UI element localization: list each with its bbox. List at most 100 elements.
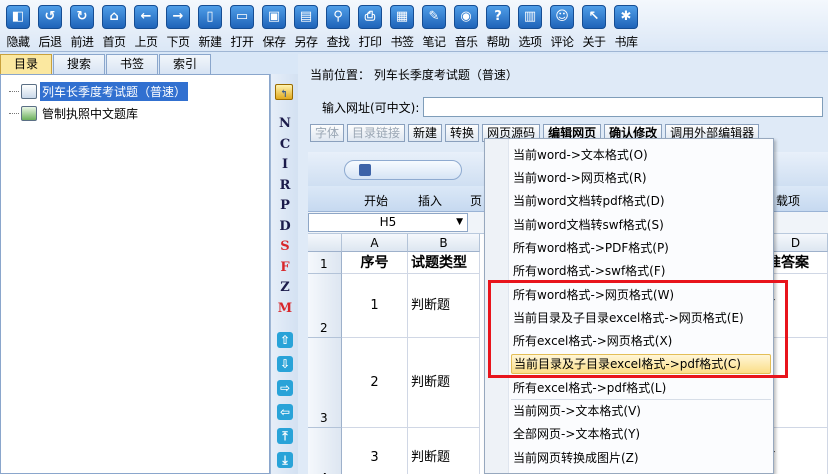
folder-up-icon[interactable]: ↰ bbox=[275, 84, 293, 100]
ribbon-tab-0[interactable]: 开始 bbox=[364, 192, 388, 209]
letter-button-i[interactable]: I bbox=[275, 155, 295, 175]
toolbar-button-19[interactable]: ✱ 书库 bbox=[610, 0, 642, 52]
toolbar-button-3[interactable]: ⌂ 首页 bbox=[98, 0, 130, 52]
toolbar-button-7[interactable]: ▭ 打开 bbox=[226, 0, 258, 52]
menu-item-10[interactable]: 所有excel格式->pdf格式(L) bbox=[513, 378, 771, 398]
arrow-down-icon[interactable]: ⇩ bbox=[277, 356, 293, 372]
save-icon: ▣ bbox=[262, 5, 286, 29]
excel-save-icon[interactable] bbox=[359, 164, 371, 176]
cell-type[interactable]: 试题类型 bbox=[408, 252, 480, 274]
left-tab-3[interactable]: 索引 bbox=[159, 54, 212, 74]
arrow-right-icon[interactable]: ⇨ bbox=[277, 380, 293, 396]
menu-item-8[interactable]: 所有excel格式->网页格式(X) bbox=[513, 331, 771, 351]
menu-item-9[interactable]: 当前目录及子目录excel格式->pdf格式(C) bbox=[511, 354, 771, 375]
letter-button-n[interactable]: N bbox=[275, 114, 295, 134]
editor-button-2[interactable]: 新建 bbox=[408, 124, 443, 142]
letter-button-d[interactable]: D bbox=[275, 217, 295, 237]
column-header[interactable]: B bbox=[408, 234, 480, 252]
toolbar-button-9[interactable]: ▤ 另存 bbox=[290, 0, 322, 52]
menu-item-2[interactable]: 当前word文档转pdf格式(D) bbox=[513, 191, 771, 211]
toolbar-button-11[interactable]: ⎙ 打印 bbox=[354, 0, 386, 52]
row-header[interactable]: 2 bbox=[308, 274, 342, 338]
letter-button-z[interactable]: Z bbox=[275, 278, 295, 298]
row-header[interactable]: 4 bbox=[308, 428, 342, 474]
chevron-down-icon[interactable]: ▼ bbox=[456, 214, 463, 231]
left-tab-1[interactable]: 搜索 bbox=[53, 54, 106, 74]
menu-item-11[interactable]: 当前网页->文本格式(V) bbox=[513, 401, 771, 421]
letter-button-p[interactable]: P bbox=[275, 196, 295, 216]
toolbar-button-12[interactable]: ▦ 书签 bbox=[386, 0, 418, 52]
cell-seq[interactable]: 3 bbox=[342, 428, 408, 474]
arrow-left-icon[interactable]: ⇦ bbox=[277, 404, 293, 420]
menu-item-4[interactable]: 所有word格式->PDF格式(P) bbox=[513, 238, 771, 258]
toolbar-button-label: 选项 bbox=[518, 35, 542, 49]
toolbar-button-14[interactable]: ◉ 音乐 bbox=[450, 0, 482, 52]
toolbar-button-13[interactable]: ✎ 笔记 bbox=[418, 0, 450, 52]
toolbar-button-8[interactable]: ▣ 保存 bbox=[258, 0, 290, 52]
tree-item[interactable]: 管制执照中文题库 bbox=[9, 103, 140, 123]
cell-seq[interactable]: 1 bbox=[342, 274, 408, 338]
toolbar-button-16[interactable]: ▥ 选项 bbox=[514, 0, 546, 52]
grid-corner bbox=[308, 234, 342, 252]
row-header[interactable]: 3 bbox=[308, 338, 342, 428]
menu-item-5[interactable]: 所有word格式->swf格式(F) bbox=[513, 261, 771, 281]
toolbar-button-5[interactable]: → 下页 bbox=[162, 0, 194, 52]
name-box-value: H5 bbox=[379, 215, 397, 229]
ribbon-tab-1[interactable]: 插入 bbox=[418, 192, 442, 209]
letter-button-f[interactable]: F bbox=[275, 258, 295, 278]
toolbar-button-6[interactable]: ▯ 新建 bbox=[194, 0, 226, 52]
column-header[interactable]: A bbox=[342, 234, 408, 252]
cell-type[interactable]: 判断题 bbox=[408, 338, 480, 428]
menu-item-0[interactable]: 当前word->文本格式(O) bbox=[513, 145, 771, 165]
menu-item-7[interactable]: 当前目录及子目录excel格式->网页格式(E) bbox=[513, 308, 771, 328]
toolbar-button-17[interactable]: ☺ 评论 bbox=[546, 0, 578, 52]
cell-seq[interactable]: 2 bbox=[342, 338, 408, 428]
book-icon bbox=[21, 83, 37, 99]
menu-item-1[interactable]: 当前word->网页格式(R) bbox=[513, 168, 771, 188]
tree-item[interactable]: 列车长季度考试题（普速） bbox=[9, 81, 189, 101]
cell-type[interactable]: 判断题 bbox=[408, 428, 480, 474]
toolbar-button-label: 音乐 bbox=[454, 35, 478, 49]
toolbar-button-label: 打开 bbox=[230, 35, 254, 49]
menu-item-3[interactable]: 当前word文档转swf格式(S) bbox=[513, 215, 771, 235]
menu-item-12[interactable]: 全部网页->文本格式(Y) bbox=[513, 424, 771, 444]
quick-access-toolbar[interactable] bbox=[344, 160, 462, 180]
name-box[interactable]: H5 ▼ bbox=[308, 213, 468, 232]
left-tab-0[interactable]: 目录 bbox=[0, 54, 53, 74]
toolbar-button-2[interactable]: ↻ 前进 bbox=[66, 0, 98, 52]
editor-button-1[interactable]: 目录链接 bbox=[347, 124, 406, 142]
toolbar-button-18[interactable]: ↖ 关于 bbox=[578, 0, 610, 52]
toolbar-button-1[interactable]: ↺ 后退 bbox=[34, 0, 66, 52]
print-icon: ⎙ bbox=[358, 5, 382, 29]
tree-item-label: 管制执照中文题库 bbox=[42, 106, 139, 121]
editor-button-3[interactable]: 转换 bbox=[445, 124, 480, 142]
cell-type[interactable]: 判断题 bbox=[408, 274, 480, 338]
toolbar-button-label: 保存 bbox=[262, 35, 286, 49]
left-tab-2[interactable]: 书签 bbox=[106, 54, 159, 74]
editor-button-0[interactable]: 字体 bbox=[310, 124, 345, 142]
menu-item-6[interactable]: 所有word格式->网页格式(W) bbox=[513, 285, 771, 305]
ribbon-tab-3[interactable]: 载项 bbox=[776, 192, 800, 209]
letter-button-s[interactable]: S bbox=[275, 237, 295, 257]
address-input[interactable] bbox=[423, 97, 824, 117]
options-icon: ▥ bbox=[518, 5, 542, 29]
toolbar-button-10[interactable]: ⚲ 查找 bbox=[322, 0, 354, 52]
letter-button-m[interactable]: M bbox=[275, 299, 295, 319]
toolbar-button-label: 打印 bbox=[358, 35, 382, 49]
arrow-up-icon[interactable]: ⇧ bbox=[277, 332, 293, 348]
arrow-bottom-icon[interactable]: ⤓ bbox=[277, 452, 293, 468]
cell-seq[interactable]: 序号 bbox=[342, 252, 408, 274]
letter-button-c[interactable]: C bbox=[275, 135, 295, 155]
row-header[interactable]: 1 bbox=[308, 252, 342, 274]
tree-item-label: 列车长季度考试题（普速） bbox=[40, 81, 189, 101]
save-as-icon: ▤ bbox=[294, 5, 318, 29]
toolbar-button-15[interactable]: ? 帮助 bbox=[482, 0, 514, 52]
convert-dropdown-menu: 当前word->文本格式(O) 当前word->网页格式(R) 当前word文档转p… bbox=[484, 138, 774, 474]
menu-item-13[interactable]: 当前网页转换成图片(Z) bbox=[513, 448, 771, 468]
ribbon-tab-2[interactable]: 页 bbox=[470, 192, 482, 209]
letter-button-r[interactable]: R bbox=[275, 176, 295, 196]
arrow-top-icon[interactable]: ⤒ bbox=[277, 428, 293, 444]
row-number: 1 bbox=[320, 257, 328, 271]
toolbar-button-0[interactable]: ◧ 隐藏 bbox=[2, 0, 34, 52]
toolbar-button-4[interactable]: ← 上页 bbox=[130, 0, 162, 52]
